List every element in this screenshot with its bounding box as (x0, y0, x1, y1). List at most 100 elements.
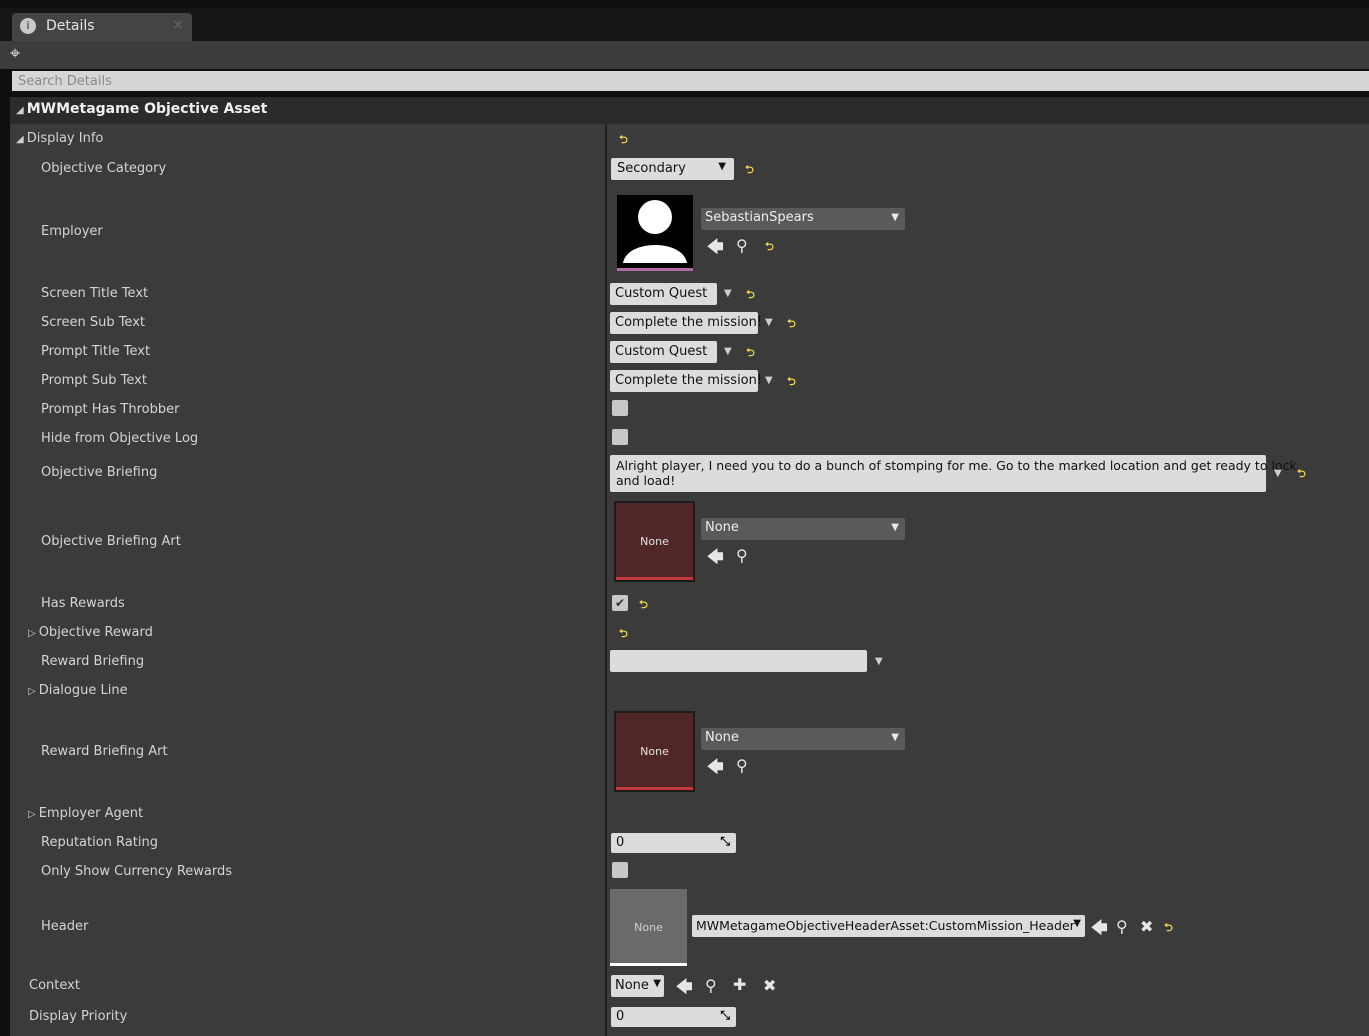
hide-from-objective-log-label: Hide from Objective Log (41, 431, 199, 446)
prompt-title-text-label: Prompt Title Text (41, 344, 151, 359)
chevron-down-icon: ▼ (1073, 918, 1081, 929)
column-splitter[interactable] (605, 124, 607, 1036)
prompt-has-throbber-checkbox[interactable] (612, 400, 628, 416)
text-options-dropdown-icon[interactable]: ▼ (765, 317, 773, 328)
browse-search-icon[interactable]: ⚲ (705, 976, 717, 995)
reputation-rating-label: Reputation Rating (41, 835, 158, 850)
employer-thumbnail[interactable] (615, 193, 695, 273)
objective-category-label: Objective Category (41, 161, 167, 176)
search-input[interactable] (12, 71, 1369, 91)
employer-asset-picker[interactable]: SebastianSpears ▼ (701, 208, 905, 230)
prompt-has-throbber-label: Prompt Has Throbber (41, 402, 180, 417)
reputation-rating-input[interactable]: 0 ⤡ (611, 833, 736, 853)
reward-briefing-art-label: Reward Briefing Art (41, 744, 168, 759)
has-rewards-label: Has Rewards (41, 596, 125, 611)
text-options-dropdown-icon[interactable]: ▼ (724, 346, 732, 357)
chevron-down-icon: ▼ (891, 212, 899, 223)
reward-briefing-label: Reward Briefing (41, 654, 145, 669)
reset-to-default-icon[interactable]: ⮌ (1164, 919, 1173, 938)
header-asset-value: MWMetagameObjectiveHeaderAsset:CustomMis… (696, 918, 1075, 933)
chevron-down-icon: ▼ (891, 522, 899, 533)
text-options-dropdown-icon[interactable]: ▼ (1274, 468, 1282, 479)
header-label: Header (41, 919, 89, 934)
browse-search-icon[interactable]: ⚲ (1116, 917, 1128, 936)
employer-label: Employer (41, 224, 103, 239)
header-thumbnail[interactable]: None (610, 889, 687, 966)
tab-details[interactable]: i Details × (12, 13, 192, 41)
reset-to-default-icon[interactable]: ⮌ (765, 238, 774, 257)
text-options-dropdown-icon[interactable]: ▼ (875, 656, 883, 667)
text-options-dropdown-icon[interactable]: ▼ (765, 375, 773, 386)
use-selected-arrow-icon[interactable]: 🡄 (1091, 917, 1108, 944)
dialogue-line-group[interactable]: ▷ Dialogue Line (28, 683, 128, 698)
reward-briefing-art-asset-picker[interactable]: None ▼ (701, 728, 905, 750)
objective-category-value: Secondary (617, 161, 686, 176)
objective-briefing-label: Objective Briefing (41, 465, 158, 480)
context-value: None (615, 978, 649, 993)
display-priority-input[interactable]: 0 ⤡ (611, 1007, 736, 1027)
thumbnail-none-label: None (640, 535, 669, 548)
reset-to-default-icon[interactable]: ⮌ (745, 161, 754, 180)
reset-to-default-icon[interactable]: ⮌ (787, 315, 796, 334)
header-asset-picker[interactable]: MWMetagameObjectiveHeaderAsset:CustomMis… (692, 915, 1085, 937)
objective-briefing-input[interactable]: Alright player, I need you to do a bunch… (610, 455, 1297, 492)
objective-category-dropdown[interactable]: Secondary ▼ (611, 158, 734, 180)
use-selected-arrow-icon[interactable]: 🡄 (676, 976, 693, 1003)
hide-from-objective-log-checkbox[interactable] (612, 429, 628, 445)
reset-to-default-icon[interactable]: ⮌ (619, 131, 628, 150)
tab-label: Details (46, 18, 95, 34)
screen-title-text-input[interactable]: Custom Quest (610, 283, 717, 305)
browse-search-icon[interactable]: ⚲ (736, 546, 748, 565)
chevron-down-icon: ▼ (653, 978, 661, 989)
reputation-rating-value: 0 (616, 835, 625, 850)
reset-to-default-icon[interactable]: ⮌ (746, 286, 755, 305)
display-priority-label: Display Priority (29, 1009, 128, 1024)
employer-asset-value: SebastianSpears (705, 210, 814, 225)
thumbnail-none-label: None (634, 921, 663, 934)
clear-x-icon[interactable]: ✖ (1140, 917, 1153, 936)
use-selected-arrow-icon[interactable]: 🡄 (707, 546, 724, 573)
add-plus-icon[interactable]: ✚ (733, 975, 746, 994)
asset-value: None (705, 520, 739, 535)
reward-briefing-art-thumbnail[interactable]: None (614, 711, 695, 792)
screen-title-text-label: Screen Title Text (41, 286, 149, 301)
text-options-dropdown-icon[interactable]: ▼ (724, 288, 732, 299)
reset-to-default-icon[interactable]: ⮌ (787, 373, 796, 392)
has-rewards-checkbox[interactable]: ✔ (612, 595, 628, 611)
prompt-sub-text-label: Prompt Sub Text (41, 373, 147, 388)
context-dropdown[interactable]: None ▼ (611, 975, 664, 997)
display-info-group[interactable]: ◢ Display Info (16, 131, 103, 146)
objective-briefing-line: and load! (616, 473, 676, 488)
reset-to-default-icon[interactable]: ⮌ (746, 344, 755, 363)
asset-value: None (705, 730, 739, 745)
tab-bar (0, 8, 1369, 41)
reward-briefing-input[interactable] (610, 650, 867, 672)
browse-search-icon[interactable]: ⚲ (736, 756, 748, 775)
drag-handle-icon[interactable]: ⤡ (720, 1008, 730, 1023)
employer-agent-group[interactable]: ▷ Employer Agent (28, 806, 143, 821)
use-selected-arrow-icon[interactable]: 🡄 (707, 756, 724, 783)
use-selected-arrow-icon[interactable]: 🡄 (707, 236, 724, 263)
tab-close-icon[interactable]: × (172, 17, 184, 33)
context-label: Context (29, 978, 80, 993)
collapse-triangle-icon: ◢ (16, 105, 24, 116)
reset-to-default-icon[interactable]: ⮌ (619, 625, 628, 644)
drag-handle-icon[interactable]: ⤡ (720, 834, 730, 849)
only-show-currency-rewards-label: Only Show Currency Rewards (41, 864, 233, 879)
browse-search-icon[interactable]: ⚲ (736, 236, 748, 255)
locate-icon[interactable]: ⌖ (10, 43, 20, 64)
objective-briefing-art-asset-picker[interactable]: None ▼ (701, 518, 905, 540)
objective-briefing-art-thumbnail[interactable]: None (614, 501, 695, 582)
thumbnail-none-label: None (640, 745, 669, 758)
expand-triangle-icon: ▷ (28, 628, 36, 639)
clear-x-icon[interactable]: ✖ (763, 976, 776, 995)
screen-sub-text-input[interactable]: Complete the mission! (610, 312, 762, 334)
reset-to-default-icon[interactable]: ⮌ (639, 596, 648, 615)
expand-triangle-icon: ▷ (28, 809, 36, 820)
only-show-currency-rewards-checkbox[interactable] (612, 862, 628, 878)
prompt-title-text-input[interactable]: Custom Quest (610, 341, 717, 363)
objective-briefing-line: Alright player, I need you to do a bunch… (616, 458, 1297, 473)
prompt-sub-text-input[interactable]: Complete the mission! (610, 370, 762, 392)
reset-to-default-icon[interactable]: ⮌ (1297, 465, 1306, 484)
objective-reward-group[interactable]: ▷ Objective Reward (28, 625, 153, 640)
